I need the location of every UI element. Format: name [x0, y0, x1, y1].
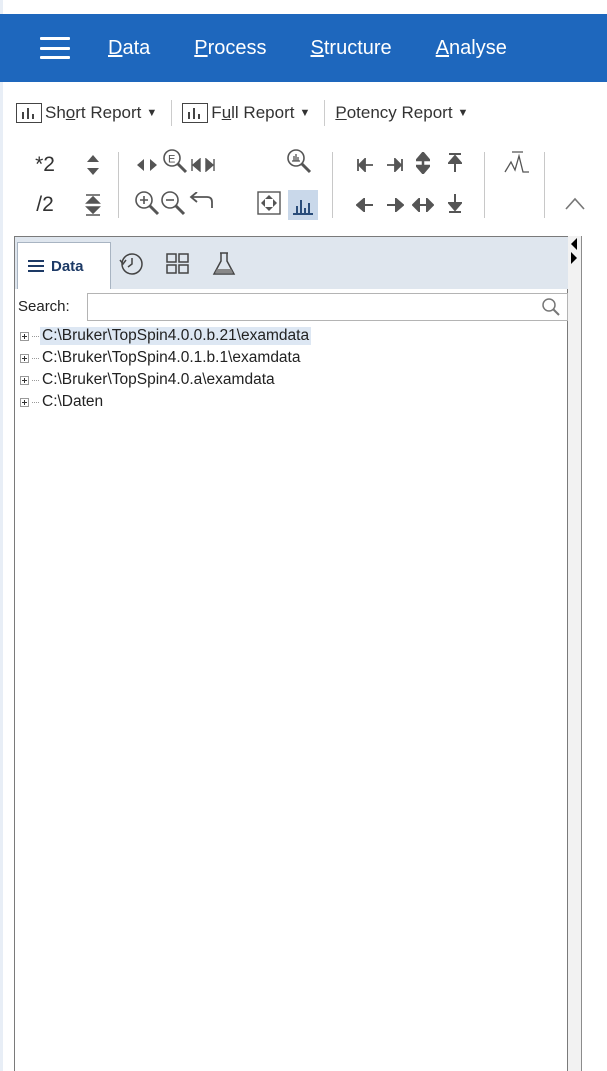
separator — [484, 152, 485, 218]
menu-process[interactable]: Process — [194, 37, 266, 60]
menu-analyse[interactable]: Analyse — [436, 37, 507, 60]
list-icon — [28, 260, 44, 272]
fit-to-window-icon[interactable] — [256, 190, 282, 216]
chevron-down-icon: ▼ — [146, 107, 158, 119]
expand-icon[interactable] — [20, 331, 29, 341]
expand-icon[interactable] — [20, 375, 29, 385]
expand-icon[interactable] — [20, 353, 29, 363]
report-icon — [182, 103, 209, 123]
zoom-in-icon[interactable] — [134, 190, 160, 216]
horizontal-expand-icon[interactable] — [134, 152, 160, 178]
zoom-exact-icon[interactable]: E — [162, 148, 188, 174]
display-toolbar: *2 /2 E — [16, 146, 607, 230]
shift-left-icon[interactable] — [352, 192, 378, 218]
panel-splitter[interactable] — [568, 236, 582, 1071]
separator — [324, 100, 326, 126]
scale-down-button[interactable]: /2 — [32, 192, 58, 218]
vertical-fit-icon[interactable] — [80, 192, 106, 218]
tree-item[interactable]: C:\Bruker\TopSpin4.0.a\examdata — [15, 369, 569, 391]
search-field[interactable] — [87, 293, 568, 321]
scale-up-button[interactable]: *2 — [32, 152, 58, 178]
shift-horizontal-icon[interactable] — [410, 192, 436, 218]
chevron-down-icon: ▼ — [457, 107, 469, 119]
flask-icon[interactable] — [211, 251, 237, 277]
menu-data[interactable]: Data — [108, 37, 150, 60]
separator — [544, 152, 545, 218]
report-toolbar: Sh o rt Report ▼ Fu ll Report ▼ Potency Rep… — [16, 92, 607, 134]
topspin-window: Data Process Structure Analyse Sh o rt Rep… — [0, 0, 607, 1071]
separator — [171, 100, 173, 126]
search-label: Search: — [18, 298, 70, 315]
chevron-up-icon[interactable] — [562, 190, 588, 216]
tab-data-label: Data — [51, 257, 84, 275]
chevron-down-icon: ▼ — [299, 107, 311, 119]
spectrum-view-icon[interactable] — [288, 190, 318, 220]
expand-right-icon[interactable] — [571, 252, 577, 264]
full-report-button[interactable]: Fu ll Report ▼ — [182, 103, 310, 123]
report-icon — [16, 103, 42, 123]
shift-right-edge-icon[interactable] — [382, 152, 408, 178]
search-input[interactable] — [88, 294, 528, 320]
shift-up-icon[interactable] — [442, 150, 468, 176]
search-row: Search: — [15, 293, 569, 321]
tree-item[interactable]: C:\Daten — [15, 391, 569, 413]
zoom-region-icon[interactable] — [286, 148, 312, 174]
search-icon[interactable] — [541, 297, 561, 317]
shift-right-icon[interactable] — [382, 192, 408, 218]
data-browser-panel: Data Search: C:\Bruker\TopSpin4.0.0.b.21… — [14, 236, 569, 1071]
svg-text:E: E — [168, 154, 175, 166]
menu-structure[interactable]: Structure — [311, 37, 392, 60]
history-icon[interactable] — [119, 251, 145, 277]
window-edge — [0, 0, 3, 1071]
peak-pick-icon[interactable] — [502, 150, 532, 176]
expand-icon[interactable] — [20, 397, 29, 407]
zoom-out-icon[interactable] — [160, 190, 186, 216]
data-tree: C:\Bruker\TopSpin4.0.0.b.21\examdata C:\… — [15, 325, 569, 413]
grid-view-icon[interactable] — [165, 251, 191, 277]
tab-data[interactable]: Data — [17, 242, 111, 289]
menu-bar: Data Process Structure Analyse — [0, 14, 607, 82]
shift-vertical-icon[interactable] — [410, 150, 436, 176]
potency-report-button[interactable]: Potency Report ▼ — [335, 103, 468, 123]
short-report-button[interactable]: Sh o rt Report ▼ — [16, 103, 157, 123]
full-range-icon[interactable] — [190, 152, 216, 178]
separator — [332, 152, 333, 218]
tree-item[interactable]: C:\Bruker\TopSpin4.0.0.b.21\examdata — [15, 325, 569, 347]
shift-down-icon[interactable] — [442, 190, 468, 216]
collapse-left-icon[interactable] — [571, 238, 577, 250]
panel-tab-bar: Data — [15, 237, 569, 289]
undo-zoom-icon[interactable] — [188, 190, 214, 216]
scale-updown-icon[interactable] — [80, 152, 106, 178]
separator — [118, 152, 119, 218]
hamburger-menu-icon[interactable] — [40, 37, 70, 59]
tree-item[interactable]: C:\Bruker\TopSpin4.0.1.b.1\examdata — [15, 347, 569, 369]
shift-left-edge-icon[interactable] — [352, 152, 378, 178]
